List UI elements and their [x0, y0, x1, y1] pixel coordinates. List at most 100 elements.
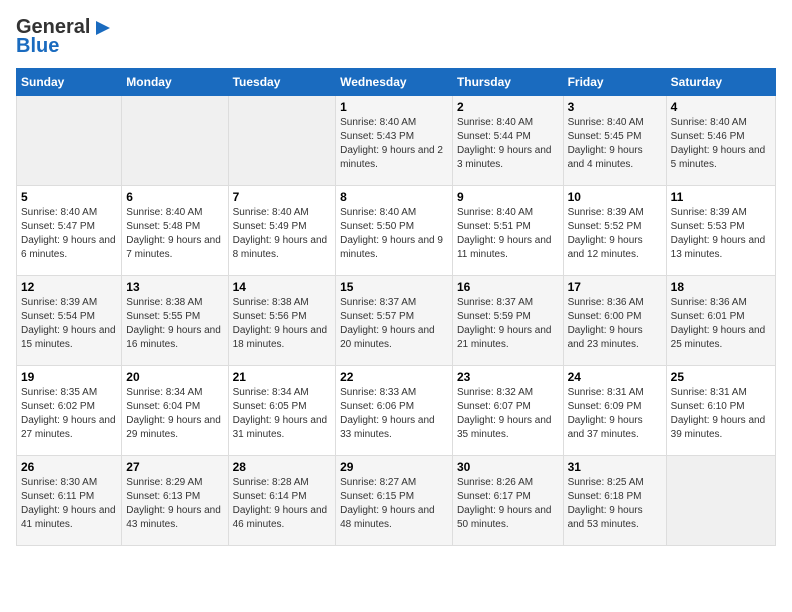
calendar-cell: 22 Sunrise: 8:33 AMSunset: 6:06 PMDayligh…: [336, 366, 453, 456]
calendar-cell: 21 Sunrise: 8:34 AMSunset: 6:05 PMDayligh…: [228, 366, 336, 456]
calendar-cell: [666, 456, 775, 546]
day-info: Sunrise: 8:37 AMSunset: 5:57 PMDaylight:…: [340, 296, 448, 352]
day-number: 3: [568, 100, 662, 114]
day-info: Sunrise: 8:32 AMSunset: 6:07 PMDaylight:…: [457, 386, 559, 442]
calendar-cell: 24 Sunrise: 8:31 AMSunset: 6:09 PMDayligh…: [563, 366, 666, 456]
day-info: Sunrise: 8:40 AMSunset: 5:44 PMDaylight:…: [457, 116, 559, 172]
day-number: 11: [671, 190, 771, 204]
calendar-cell: 4 Sunrise: 8:40 AMSunset: 5:46 PMDaylight…: [666, 96, 775, 186]
calendar-table: SundayMondayTuesdayWednesdayThursdayFrid…: [16, 68, 776, 546]
day-info: Sunrise: 8:40 AMSunset: 5:46 PMDaylight:…: [671, 116, 771, 172]
day-info: Sunrise: 8:31 AMSunset: 6:10 PMDaylight:…: [671, 386, 771, 442]
day-number: 17: [568, 280, 662, 294]
day-info: Sunrise: 8:39 AMSunset: 5:54 PMDaylight:…: [21, 296, 117, 352]
calendar-cell: 19Sunrise: 8:35 AMSunset: 6:02 PMDayligh…: [17, 366, 122, 456]
day-number: 7: [233, 190, 332, 204]
calendar-cell: 2 Sunrise: 8:40 AMSunset: 5:44 PMDaylight…: [452, 96, 563, 186]
weekday-header-sunday: Sunday: [17, 69, 122, 96]
day-info: Sunrise: 8:39 AMSunset: 5:52 PMDaylight:…: [568, 206, 662, 262]
weekday-header-row: SundayMondayTuesdayWednesdayThursdayFrid…: [17, 69, 776, 96]
calendar-week-row: 12 Sunrise: 8:39 AMSunset: 5:54 PMDayligh…: [17, 276, 776, 366]
day-number: 21: [233, 370, 332, 384]
calendar-cell: 15 Sunrise: 8:37 AMSunset: 5:57 PMDayligh…: [336, 276, 453, 366]
calendar-cell: 31 Sunrise: 8:25 AMSunset: 6:18 PMDayligh…: [563, 456, 666, 546]
day-number: 25: [671, 370, 771, 384]
logo-blue: Blue: [16, 35, 59, 58]
day-number: 14: [233, 280, 332, 294]
day-number: 22: [340, 370, 448, 384]
day-number: 12: [21, 280, 117, 294]
weekday-header-monday: Monday: [122, 69, 228, 96]
day-number: 2: [457, 100, 559, 114]
day-info: Sunrise: 8:39 AMSunset: 5:53 PMDaylight:…: [671, 206, 771, 262]
calendar-week-row: 5 Sunrise: 8:40 AMSunset: 5:47 PMDaylight…: [17, 186, 776, 276]
day-number: 9: [457, 190, 559, 204]
day-info: Sunrise: 8:30 AMSunset: 6:11 PMDaylight:…: [21, 476, 117, 532]
weekday-header-saturday: Saturday: [666, 69, 775, 96]
calendar-week-row: 26 Sunrise: 8:30 AMSunset: 6:11 PMDayligh…: [17, 456, 776, 546]
calendar-week-row: 1Sunrise: 8:40 AMSunset: 5:43 PMDaylight…: [17, 96, 776, 186]
day-number: 26: [21, 460, 117, 474]
calendar-cell: 9Sunrise: 8:40 AMSunset: 5:51 PMDaylight…: [452, 186, 563, 276]
calendar-cell: 18 Sunrise: 8:36 AMSunset: 6:01 PMDayligh…: [666, 276, 775, 366]
day-number: 30: [457, 460, 559, 474]
day-number: 10: [568, 190, 662, 204]
day-number: 27: [126, 460, 223, 474]
calendar-cell: [17, 96, 122, 186]
calendar-cell: 16Sunrise: 8:37 AMSunset: 5:59 PMDayligh…: [452, 276, 563, 366]
weekday-header-friday: Friday: [563, 69, 666, 96]
day-number: 4: [671, 100, 771, 114]
calendar-cell: 11 Sunrise: 8:39 AMSunset: 5:53 PMDayligh…: [666, 186, 775, 276]
day-info: Sunrise: 8:40 AMSunset: 5:47 PMDaylight:…: [21, 206, 117, 262]
day-number: 13: [126, 280, 223, 294]
day-info: Sunrise: 8:37 AMSunset: 5:59 PMDaylight:…: [457, 296, 559, 352]
calendar-cell: 25 Sunrise: 8:31 AMSunset: 6:10 PMDayligh…: [666, 366, 775, 456]
calendar-cell: 23 Sunrise: 8:32 AMSunset: 6:07 PMDayligh…: [452, 366, 563, 456]
day-info: Sunrise: 8:40 AMSunset: 5:49 PMDaylight:…: [233, 206, 332, 262]
calendar-cell: 5 Sunrise: 8:40 AMSunset: 5:47 PMDaylight…: [17, 186, 122, 276]
logo: General Blue: [16, 16, 114, 58]
day-number: 28: [233, 460, 332, 474]
calendar-cell: 3 Sunrise: 8:40 AMSunset: 5:45 PMDaylight…: [563, 96, 666, 186]
weekday-header-wednesday: Wednesday: [336, 69, 453, 96]
day-number: 29: [340, 460, 448, 474]
logo-arrow-icon: [92, 19, 114, 37]
calendar-cell: [122, 96, 228, 186]
day-info: Sunrise: 8:28 AMSunset: 6:14 PMDaylight:…: [233, 476, 332, 532]
day-info: Sunrise: 8:31 AMSunset: 6:09 PMDaylight:…: [568, 386, 662, 442]
header: General Blue: [16, 16, 776, 58]
calendar-cell: 29 Sunrise: 8:27 AMSunset: 6:15 PMDayligh…: [336, 456, 453, 546]
calendar-cell: 30 Sunrise: 8:26 AMSunset: 6:17 PMDayligh…: [452, 456, 563, 546]
day-info: Sunrise: 8:33 AMSunset: 6:06 PMDaylight:…: [340, 386, 448, 442]
day-info: Sunrise: 8:38 AMSunset: 5:56 PMDaylight:…: [233, 296, 332, 352]
day-info: Sunrise: 8:25 AMSunset: 6:18 PMDaylight:…: [568, 476, 662, 532]
day-info: Sunrise: 8:29 AMSunset: 6:13 PMDaylight:…: [126, 476, 223, 532]
calendar-cell: 28 Sunrise: 8:28 AMSunset: 6:14 PMDayligh…: [228, 456, 336, 546]
calendar-cell: 17Sunrise: 8:36 AMSunset: 6:00 PMDayligh…: [563, 276, 666, 366]
day-number: 5: [21, 190, 117, 204]
day-info: Sunrise: 8:36 AMSunset: 6:01 PMDaylight:…: [671, 296, 771, 352]
weekday-header-thursday: Thursday: [452, 69, 563, 96]
day-info: Sunrise: 8:40 AMSunset: 5:48 PMDaylight:…: [126, 206, 223, 262]
calendar-cell: 20Sunrise: 8:34 AMSunset: 6:04 PMDayligh…: [122, 366, 228, 456]
day-info: Sunrise: 8:27 AMSunset: 6:15 PMDaylight:…: [340, 476, 448, 532]
day-number: 6: [126, 190, 223, 204]
day-number: 23: [457, 370, 559, 384]
day-number: 18: [671, 280, 771, 294]
day-number: 31: [568, 460, 662, 474]
calendar-cell: 1Sunrise: 8:40 AMSunset: 5:43 PMDaylight…: [336, 96, 453, 186]
calendar-cell: 8Sunrise: 8:40 AMSunset: 5:50 PMDaylight…: [336, 186, 453, 276]
day-info: Sunrise: 8:34 AMSunset: 6:05 PMDaylight:…: [233, 386, 332, 442]
day-number: 15: [340, 280, 448, 294]
weekday-header-tuesday: Tuesday: [228, 69, 336, 96]
calendar-cell: 14 Sunrise: 8:38 AMSunset: 5:56 PMDayligh…: [228, 276, 336, 366]
day-number: 24: [568, 370, 662, 384]
calendar-cell: 27 Sunrise: 8:29 AMSunset: 6:13 PMDayligh…: [122, 456, 228, 546]
day-info: Sunrise: 8:26 AMSunset: 6:17 PMDaylight:…: [457, 476, 559, 532]
day-number: 19: [21, 370, 117, 384]
calendar-cell: [228, 96, 336, 186]
day-number: 8: [340, 190, 448, 204]
day-info: Sunrise: 8:40 AMSunset: 5:45 PMDaylight:…: [568, 116, 662, 172]
day-info: Sunrise: 8:40 AMSunset: 5:43 PMDaylight:…: [340, 116, 448, 172]
calendar-cell: 7 Sunrise: 8:40 AMSunset: 5:49 PMDaylight…: [228, 186, 336, 276]
